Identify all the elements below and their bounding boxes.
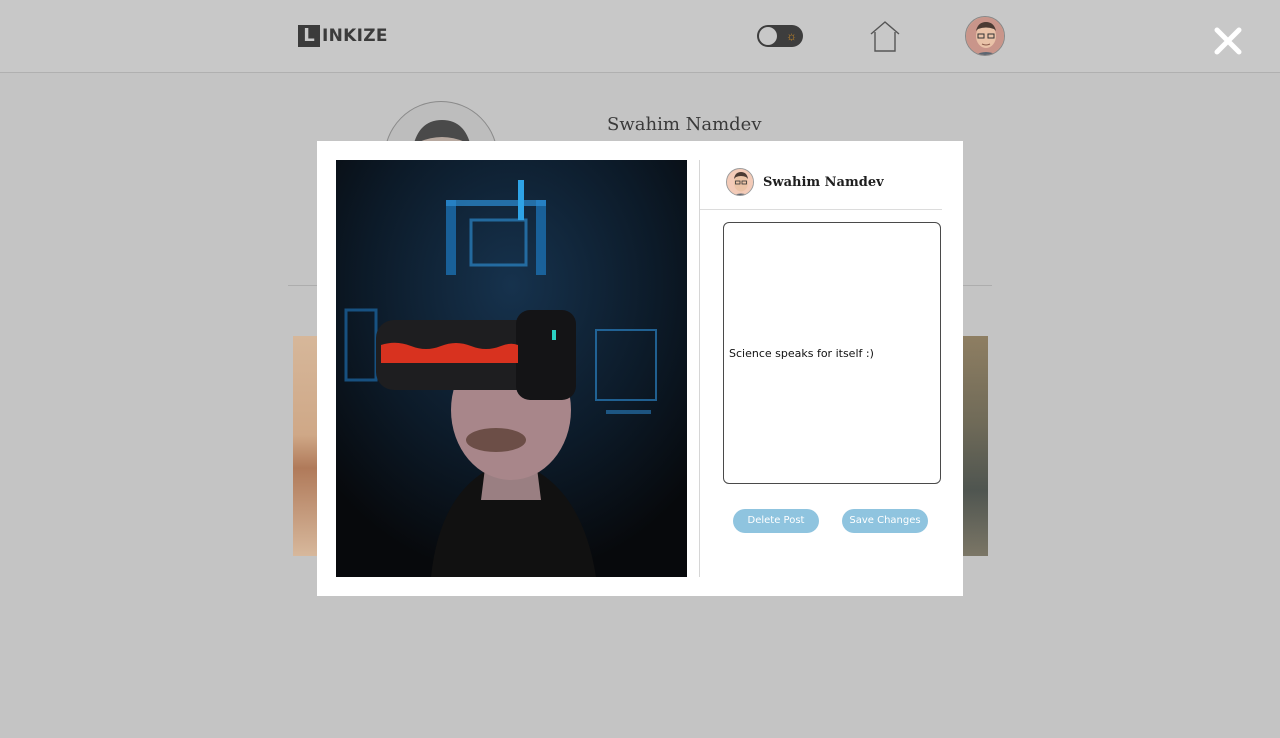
theme-toggle[interactable]: ☼ bbox=[757, 25, 803, 47]
home-icon[interactable] bbox=[869, 19, 901, 53]
toggle-knob bbox=[759, 27, 777, 45]
profile-name: Swahim Namdev bbox=[607, 114, 762, 135]
edit-post-modal: Swahim Namdev Science speaks for itself … bbox=[317, 141, 963, 596]
logo-text: INKIZE bbox=[322, 26, 388, 46]
close-icon[interactable] bbox=[1213, 26, 1243, 56]
author-divider bbox=[700, 209, 942, 210]
delete-post-button[interactable]: Delete Post bbox=[733, 509, 819, 533]
post-thumbnail[interactable] bbox=[960, 336, 988, 556]
post-thumbnail[interactable] bbox=[293, 336, 319, 556]
author-avatar-icon bbox=[726, 168, 754, 196]
author-name: Swahim Namdev bbox=[763, 174, 884, 190]
post-author: Swahim Namdev bbox=[726, 167, 884, 197]
user-avatar-icon[interactable] bbox=[965, 16, 1005, 56]
caption-editor[interactable]: Science speaks for itself :) bbox=[723, 222, 941, 484]
caption-text: Science speaks for itself :) bbox=[729, 346, 874, 360]
sun-icon: ☼ bbox=[786, 29, 797, 43]
vr-headset-photo bbox=[336, 160, 687, 577]
save-changes-button[interactable]: Save Changes bbox=[842, 509, 928, 533]
author-avatar-illustration bbox=[727, 169, 753, 195]
avatar-illustration bbox=[966, 17, 1004, 55]
logo-mark: L bbox=[298, 25, 320, 47]
post-image bbox=[336, 160, 687, 577]
modal-divider bbox=[699, 160, 700, 577]
top-navbar: L INKIZE ☼ bbox=[0, 0, 1280, 73]
logo[interactable]: L INKIZE bbox=[298, 24, 388, 48]
